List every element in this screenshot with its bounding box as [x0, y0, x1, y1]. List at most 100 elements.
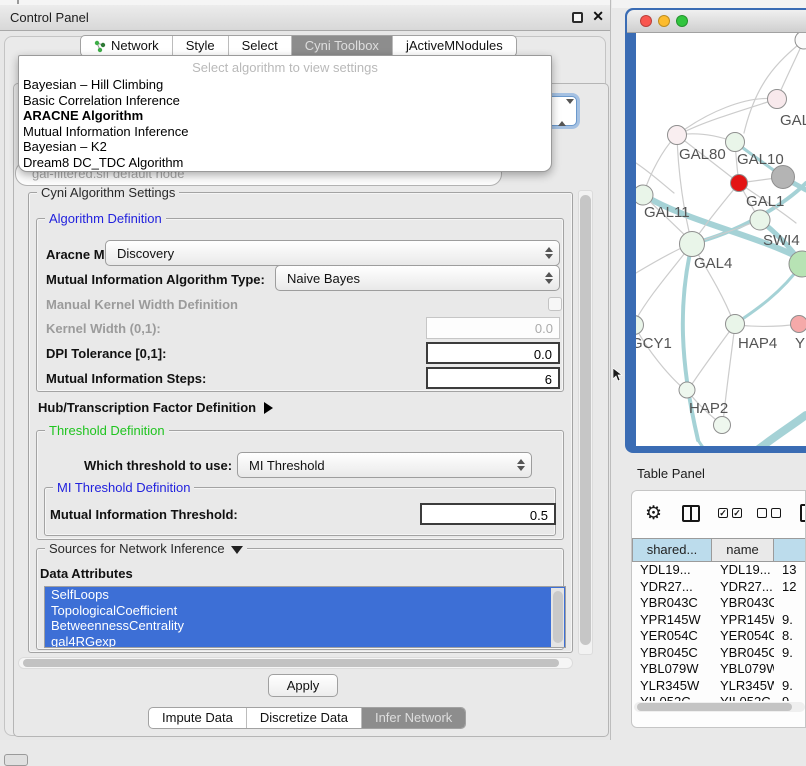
algorithm-option[interactable]: ARACNE Algorithm [19, 108, 551, 124]
bottom-corner-button[interactable] [4, 754, 28, 766]
network-node-gal10[interactable] [726, 133, 745, 152]
show-checked-columns-icon[interactable]: ✓✓ [718, 508, 742, 518]
tab-label: Select [242, 36, 278, 56]
network-edge[interactable] [698, 440, 726, 446]
data-attribute-item[interactable]: TopologicalCoefficient [45, 603, 565, 619]
table-horizontal-thumb[interactable] [637, 703, 792, 711]
data-attributes-list[interactable]: SelfLoopsTopologicalCoefficientBetweenne… [44, 586, 566, 648]
network-edge[interactable] [737, 324, 799, 326]
mi-steps-field[interactable]: 6 [426, 367, 560, 389]
minimize-traffic-light-icon[interactable] [658, 15, 670, 27]
table-row[interactable]: YBL079WYBL079W [632, 661, 806, 678]
network-node-label: GAL10 [737, 151, 784, 168]
network-node-swi4[interactable] [750, 210, 770, 230]
mi-type-value: Naive Bayes [287, 271, 360, 286]
data-attribute-item[interactable]: BetweennessCentrality [45, 618, 565, 634]
table-row[interactable]: YBR045CYBR045C9. [632, 645, 806, 662]
tab-network[interactable]: Network [81, 36, 172, 56]
network-view-window[interactable]: GALGAL80GAL10GAL1GAL11SWI4GAL4GCY1HAP4YH… [625, 8, 806, 453]
algorithm-option[interactable]: Bayesian – Hill Climbing [19, 77, 551, 93]
tab-infer-network[interactable]: Infer Network [361, 708, 465, 728]
network-node-hap4[interactable] [726, 315, 745, 334]
close-icon[interactable]: ✕ [592, 8, 604, 25]
mi-threshold-field[interactable]: 0.5 [420, 503, 556, 525]
network-node-label: GCY1 [636, 335, 672, 352]
table-row[interactable]: YER054CYER054C8. [632, 628, 806, 645]
float-window-icon[interactable] [572, 12, 583, 23]
table-horizontal-scrollbar[interactable] [634, 702, 805, 712]
network-node-gal[interactable] [768, 90, 787, 109]
table-row[interactable]: YBR043CYBR043C [632, 595, 806, 612]
network-canvas[interactable]: GALGAL80GAL10GAL1GAL11SWI4GAL4GCY1HAP4YH… [636, 33, 806, 446]
network-node-gal1[interactable] [731, 175, 748, 192]
table-column-header-name[interactable]: name [712, 538, 774, 562]
gear-icon[interactable]: ⚙ [645, 502, 662, 525]
mi-steps-label: Mutual Information Steps: [46, 371, 206, 386]
table-row[interactable]: YDR27...YDR27...12 [632, 579, 806, 596]
zoom-traffic-light-icon[interactable] [676, 15, 688, 27]
new-column-icon[interactable] [800, 504, 806, 522]
table-column-header-a[interactable]: A [774, 538, 806, 562]
disclosure-collapsed-icon[interactable] [264, 402, 273, 414]
table-cell: YBL079W [712, 661, 774, 678]
algorithm-option[interactable]: Mutual Information Inference [19, 124, 551, 140]
network-node-y[interactable] [791, 316, 806, 333]
control-panel-title: Control Panel [10, 10, 89, 25]
combo-stepper-icon [541, 272, 559, 284]
settings-vertical-thumb[interactable] [580, 195, 591, 645]
table-row[interactable]: YDL19...YDL19...13 [632, 562, 806, 579]
settings-horizontal-scrollbar[interactable] [18, 657, 573, 669]
mi-type-combo[interactable]: Naive Bayes [275, 265, 560, 291]
network-node[interactable] [772, 166, 795, 189]
network-graph[interactable]: GALGAL80GAL10GAL1GAL11SWI4GAL4GCY1HAP4YH… [636, 33, 806, 446]
tab-discretize-data[interactable]: Discretize Data [246, 708, 361, 728]
attributes-scrollbar[interactable] [551, 588, 564, 648]
attributes-scrollbar-thumb[interactable] [553, 591, 563, 643]
table-cell: 13 [774, 562, 806, 579]
settings-vertical-scrollbar[interactable] [578, 190, 593, 655]
aracne-mode-combo[interactable]: Discovery [105, 240, 560, 266]
tab-impute-data[interactable]: Impute Data [149, 708, 246, 728]
network-node-gal4[interactable] [680, 232, 705, 257]
data-attribute-item[interactable]: SelfLoops [45, 587, 565, 603]
table-cell: 12 [774, 579, 806, 596]
data-attribute-item[interactable]: gal4RGexp [45, 634, 565, 649]
tab-jactivemnodules[interactable]: jActiveMNodules [392, 36, 516, 56]
network-node-gal11[interactable] [636, 185, 653, 205]
dpi-tolerance-field[interactable]: 0.0 [426, 342, 560, 364]
settings-horizontal-thumb[interactable] [23, 659, 559, 667]
tab-select[interactable]: Select [228, 36, 291, 56]
apply-button[interactable]: Apply [268, 674, 338, 697]
network-node-gcy1[interactable] [636, 316, 644, 335]
algorithm-option[interactable]: Dream8 DC_TDC Algorithm [19, 155, 551, 171]
network-node-gal80[interactable] [668, 126, 687, 145]
algorithm-option[interactable]: Basic Correlation Inference [19, 93, 551, 109]
table-cell: YDL19... [712, 562, 774, 579]
table-cell: YDL19... [632, 562, 712, 579]
tab-label: Style [186, 36, 215, 56]
table-row[interactable]: YLR345WYLR345W9. [632, 678, 806, 695]
sources-group-label[interactable]: Sources for Network Inference [45, 541, 247, 556]
table-column-header-shared[interactable]: shared... [632, 538, 712, 562]
hide-columns-icon[interactable] [757, 508, 781, 518]
network-node[interactable] [714, 417, 731, 434]
split-columns-icon[interactable] [682, 505, 700, 522]
table-row[interactable]: YPR145WYPR145W9. [632, 612, 806, 629]
hub-definition-disclosure[interactable]: Hub/Transcription Factor Definition [38, 400, 273, 415]
tab-style[interactable]: Style [172, 36, 228, 56]
algorithm-option[interactable]: Bayesian – K2 [19, 139, 551, 155]
table-row[interactable]: YIL052CYIL052C9. [632, 694, 806, 701]
tab-cyni-toolbox[interactable]: Cyni Toolbox [291, 36, 392, 56]
network-edge[interactable] [684, 99, 777, 132]
close-traffic-light-icon[interactable] [640, 15, 652, 27]
network-node-label: GAL4 [694, 255, 732, 272]
network-edge[interactable] [731, 415, 806, 446]
manual-kernel-checkbox[interactable] [548, 297, 562, 311]
which-threshold-combo[interactable]: MI Threshold [237, 452, 532, 478]
kernel-width-field[interactable]: 0.0 [426, 317, 560, 339]
table-cell: YIL052C [712, 694, 774, 701]
table-cell: YBR043C [712, 595, 774, 612]
network-node-hap2[interactable] [679, 382, 695, 398]
combo-stepper-icon [558, 104, 574, 122]
screen: Control Panel ✕ Network Style Select Cyni T… [0, 0, 806, 762]
